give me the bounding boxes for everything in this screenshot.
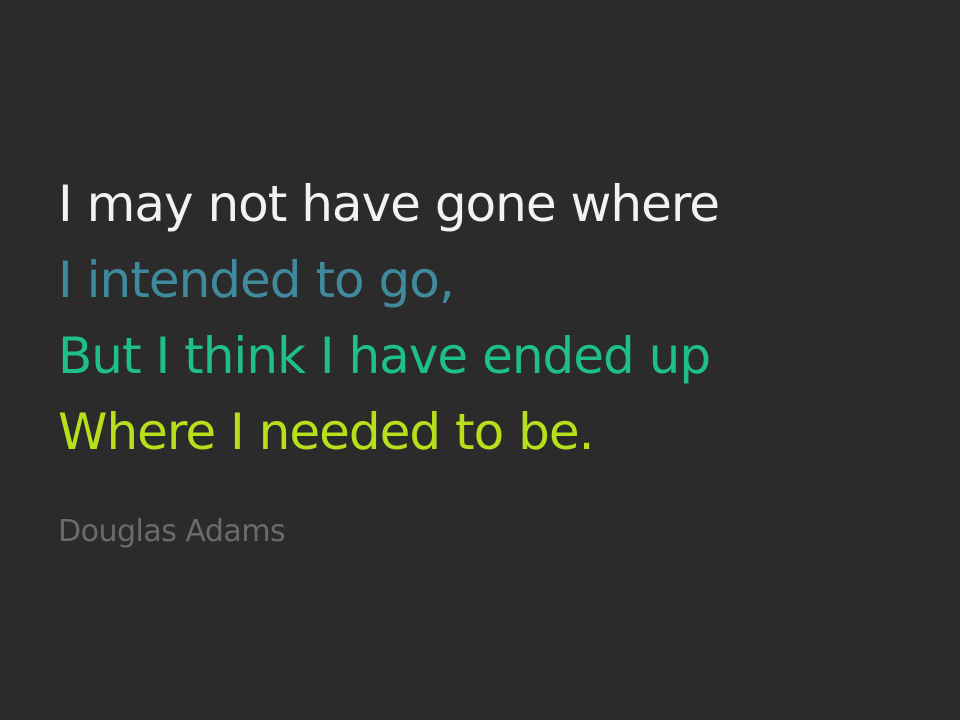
- quote-line-4: Where I needed to be.: [58, 403, 594, 461]
- quote-line-2: I intended to go,: [58, 251, 455, 309]
- quote-text: I may not have gone where I intended to …: [58, 166, 720, 470]
- quote-line-1: I may not have gone where: [58, 175, 720, 233]
- quote-line-3: But I think I have ended up: [58, 327, 711, 385]
- quote-author: Douglas Adams: [58, 514, 286, 549]
- quote-slide: I may not have gone where I intended to …: [0, 0, 960, 720]
